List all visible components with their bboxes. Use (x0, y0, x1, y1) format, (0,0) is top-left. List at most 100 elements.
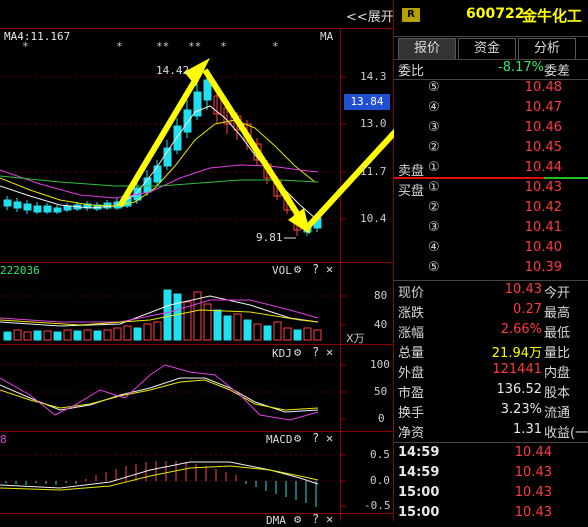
candle-body (53, 207, 62, 213)
buy-price: 10.39 (524, 260, 562, 275)
sell-level: ⑤ (428, 80, 440, 95)
buy-price: 10.43 (524, 180, 562, 195)
close-icon[interactable]: ✕ (326, 262, 333, 276)
volume-bar (13, 329, 22, 341)
volume-bar (103, 329, 112, 341)
sell-price: 10.45 (524, 140, 562, 155)
stat-label-2: 最低 (544, 326, 571, 341)
buy-level: ⑤ (428, 260, 440, 275)
stat-label: 净资 (398, 426, 425, 441)
ma-right-label: MA (320, 30, 334, 43)
stat-value: 1.31 (513, 422, 542, 437)
star-marker: * (272, 40, 279, 53)
stat-label-2: 最高 (544, 306, 571, 321)
volume-bar (63, 329, 72, 341)
stat-label-2: 流通 (544, 406, 571, 421)
gear-icon[interactable]: ⚙ (294, 512, 301, 526)
volume-bar (133, 327, 142, 341)
stat-label-2: 内盘 (544, 366, 571, 381)
buy-price: 10.42 (524, 200, 562, 215)
stock-code: 600722 (466, 6, 525, 22)
buy-label: 买盘 (398, 184, 425, 199)
tick-time: 15:00 (398, 505, 440, 520)
close-icon[interactable]: ✕ (326, 512, 333, 526)
stat-label-2: 收益(一 (544, 426, 588, 441)
price-tick: 13.0 (360, 117, 387, 130)
volume-bar (293, 329, 302, 341)
candle-body (63, 205, 72, 211)
tick-price: 10.43 (514, 465, 552, 480)
close-icon[interactable]: ✕ (326, 345, 333, 359)
kdj-tick: 50 (374, 385, 388, 398)
help-icon[interactable]: ? (312, 262, 319, 276)
volume-bar (33, 330, 42, 341)
tick-time: 14:59 (398, 445, 440, 460)
buy-price: 10.40 (524, 240, 562, 255)
vol-unit: X万 (346, 332, 365, 345)
buy-level: ① (428, 180, 440, 195)
candle-body (173, 125, 182, 151)
tab-funds[interactable]: 资金 (458, 38, 516, 60)
candle-body (183, 109, 192, 133)
tab-analysis[interactable]: 分析 (518, 38, 576, 60)
help-icon[interactable]: ? (312, 512, 319, 526)
stock-name: 金牛化工 (522, 7, 583, 25)
vol-tick: 80 (374, 289, 388, 302)
volume-bar (3, 331, 12, 341)
sell-price: 10.48 (524, 80, 562, 95)
volume-bar (283, 327, 292, 341)
quote-panel: R 600722 金牛化工 报价 资金 分析 委比 -8.17% 委差 ⑤ 10… (394, 0, 588, 521)
expand-button[interactable]: <<展开 (346, 6, 394, 25)
macd-label: MACD (266, 433, 293, 446)
tab-quote[interactable]: 报价 (398, 38, 456, 60)
stat-label: 现价 (398, 286, 425, 301)
help-icon[interactable]: ? (312, 345, 319, 359)
stat-value: 136.52 (496, 382, 543, 397)
current-price-tag: 13.84 (344, 94, 390, 110)
chart-area[interactable]: MA4:11.167 MA <<展开 * * ** ** * * 14.42 9… (0, 0, 394, 527)
volume-bar (113, 327, 122, 341)
macd-tick: 0.5 (370, 448, 390, 461)
kdj-tick: 0 (378, 412, 385, 425)
sell-price: 10.44 (524, 160, 562, 175)
sell-level: ④ (428, 100, 440, 115)
vol-label: VOL (272, 264, 292, 277)
star-marker: ** (188, 40, 202, 53)
candle-body (13, 201, 22, 209)
stat-label-2: 股本 (544, 386, 571, 401)
stat-label-2: 今开 (544, 286, 571, 301)
volume-bar (23, 331, 32, 341)
buy-level: ② (428, 200, 440, 215)
stat-value: 0.27 (513, 302, 542, 317)
stat-value: 3.23% (500, 402, 542, 417)
candle-body (33, 205, 42, 213)
stat-label: 外盘 (398, 366, 425, 381)
sell-level: ③ (428, 120, 440, 135)
stat-value: 2.66% (500, 322, 542, 337)
buy-level: ③ (428, 220, 440, 235)
volume-bar (203, 303, 212, 341)
kdj-tick: 100 (370, 358, 390, 371)
volume-bar (163, 289, 172, 341)
volume-bar (313, 329, 322, 341)
volume-bar (53, 331, 62, 341)
volume-bar (233, 313, 242, 341)
peak-price-label: 14.42 (156, 64, 190, 77)
close-icon[interactable]: ✕ (326, 431, 333, 445)
gear-icon[interactable]: ⚙ (294, 431, 301, 445)
gear-icon[interactable]: ⚙ (294, 345, 301, 359)
tick-time: 14:59 (398, 465, 440, 480)
macd-tick: -0.5 (364, 499, 391, 512)
gear-icon[interactable]: ⚙ (294, 262, 301, 276)
price-tick: 11.7 (360, 165, 387, 178)
stat-label: 市盈 (398, 386, 425, 401)
help-icon[interactable]: ? (312, 431, 319, 445)
sell-price: 10.46 (524, 120, 562, 135)
volume-bar (143, 323, 152, 341)
buy-level: ④ (428, 240, 440, 255)
tick-price: 10.43 (514, 485, 552, 500)
weibi-label: 委比 (398, 64, 425, 79)
tick-price: 10.43 (514, 505, 552, 520)
volume-bar (243, 319, 252, 341)
volume-bar (303, 327, 312, 341)
